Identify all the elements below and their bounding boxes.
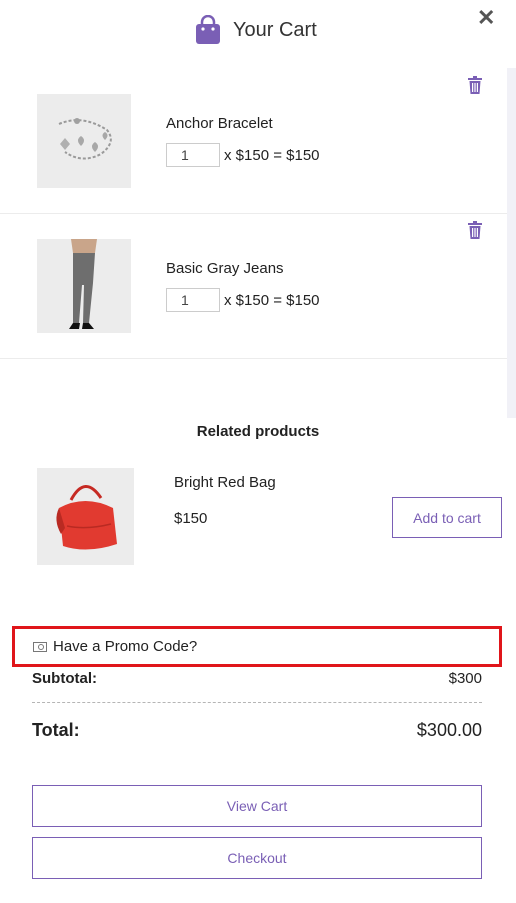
cart-item: Anchor Bracelet x $150 = $150 — [0, 68, 507, 214]
jeans-image — [37, 239, 131, 333]
total-row: Total: $300.00 — [32, 720, 482, 741]
ticket-icon — [33, 641, 47, 652]
trash-icon[interactable] — [467, 76, 483, 94]
trash-icon[interactable] — [467, 221, 483, 239]
total-value: $300.00 — [416, 720, 482, 740]
subtotal-row: Subtotal: $300 — [32, 670, 482, 687]
close-icon[interactable]: ✕ — [477, 7, 495, 29]
total-label: Total: — [32, 720, 80, 740]
related-product-price: $150 — [174, 510, 208, 527]
related-product-name[interactable]: Bright Red Bag — [174, 474, 276, 491]
related-products-title: Related products — [196, 423, 320, 440]
view-cart-button[interactable]: View Cart — [32, 785, 482, 827]
promo-code-toggle[interactable]: Have a Promo Code? — [12, 626, 502, 667]
red-bag-image — [37, 468, 134, 565]
cart-title-group: Your Cart — [195, 15, 317, 45]
promo-code-label: Have a Promo Code? — [53, 638, 198, 655]
quantity-field[interactable] — [166, 288, 220, 312]
cart-header: Your Cart ✕ — [0, 0, 516, 68]
cart-item-line-total: x $150 = $150 — [224, 147, 320, 164]
bracelet-image — [37, 94, 131, 188]
subtotal-label: Subtotal: — [32, 670, 97, 687]
cart-item-name[interactable]: Anchor Bracelet — [166, 115, 273, 132]
cart-item: Basic Gray Jeans x $150 = $150 — [0, 213, 507, 359]
cart-item-name[interactable]: Basic Gray Jeans — [166, 260, 284, 277]
shopping-bag-icon — [196, 15, 220, 44]
cart-scrollbar[interactable] — [507, 68, 516, 418]
cart-title: Your Cart — [233, 18, 317, 41]
product-image-jeans[interactable] — [37, 239, 131, 333]
quantity-field[interactable] — [166, 143, 220, 167]
add-to-cart-button[interactable]: Add to cart — [392, 497, 502, 538]
product-image-bracelet[interactable] — [37, 94, 131, 188]
checkout-button[interactable]: Checkout — [32, 837, 482, 879]
cart-item-line-total: x $150 = $150 — [224, 292, 320, 309]
product-image-red-bag[interactable] — [37, 468, 134, 565]
summary-divider — [32, 702, 482, 703]
subtotal-value: $300 — [448, 670, 482, 687]
